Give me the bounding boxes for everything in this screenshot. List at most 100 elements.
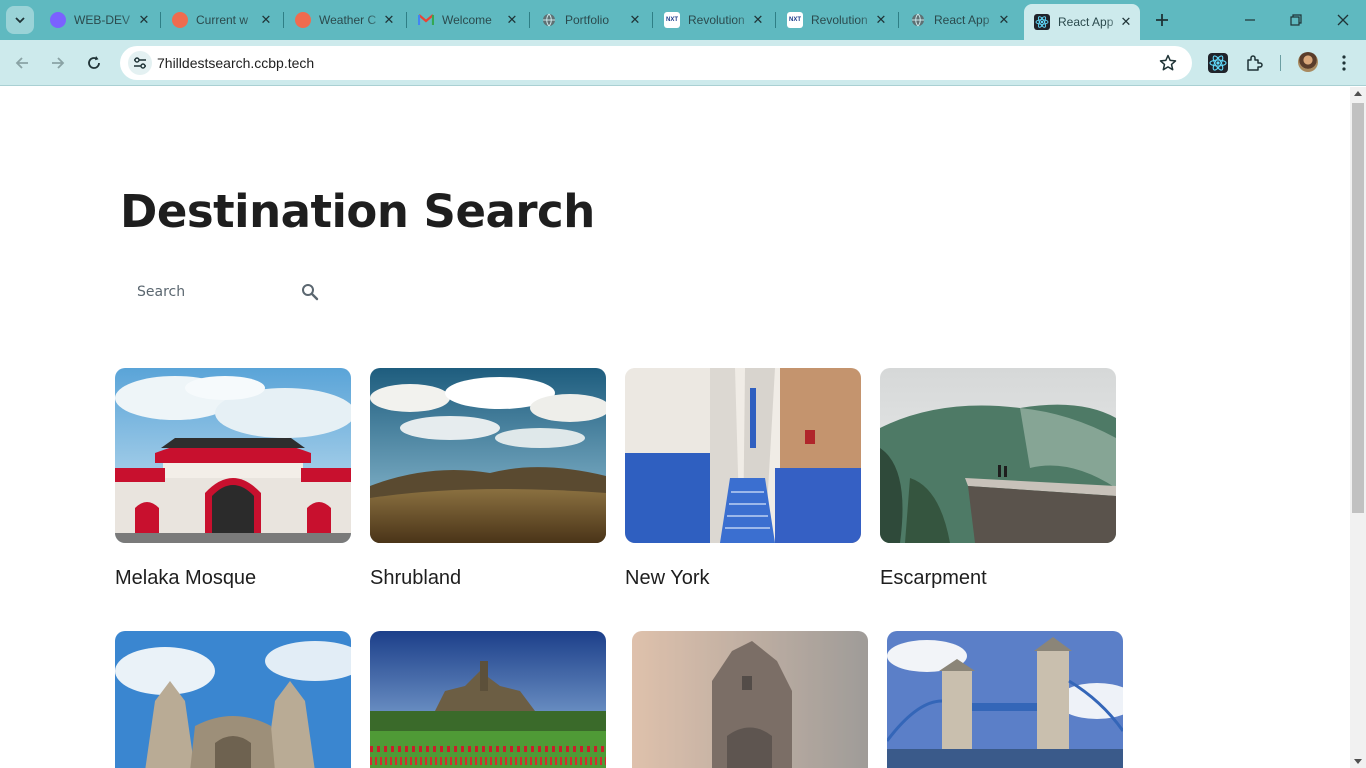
puzzle-icon [1247, 55, 1263, 71]
react-icon [1034, 14, 1050, 30]
tune-icon [134, 57, 146, 69]
avatar[interactable] [1298, 52, 1318, 72]
globe-icon [541, 12, 557, 28]
toolbar-divider [1280, 55, 1281, 71]
close-icon [1337, 14, 1349, 26]
page-scrollbar[interactable] [1350, 87, 1366, 768]
browser-tab-strip: WEB-DEV ✕ Current w ✕ Weather C ✕ Welcom… [0, 0, 1366, 40]
nxt-wave-icon: NXT [664, 12, 680, 28]
close-icon[interactable]: ✕ [136, 12, 152, 28]
close-icon[interactable]: ✕ [750, 12, 766, 28]
destination-name: Shrubland [370, 567, 462, 589]
tab-separator [406, 12, 407, 28]
destination-card[interactable] [370, 631, 606, 768]
destination-card[interactable]: Shrubland [370, 368, 606, 589]
new-tab-button[interactable] [1150, 8, 1174, 32]
restore-icon [1290, 14, 1302, 26]
search-icon[interactable] [301, 283, 319, 301]
tab-react-app-1[interactable]: React App ✕ [900, 6, 1018, 34]
destination-image [370, 631, 606, 768]
minimize-button[interactable] [1238, 8, 1262, 32]
tab-portfolio[interactable]: Portfolio ✕ [531, 6, 649, 34]
back-button[interactable] [10, 51, 34, 75]
react-devtools-extension[interactable] [1206, 51, 1230, 75]
tab-label: React App [1058, 15, 1114, 29]
tab-separator [898, 12, 899, 28]
browser-toolbar: 7hilldestsearch.ccbp.tech [0, 40, 1366, 86]
plus-icon [1156, 14, 1168, 26]
close-icon[interactable]: ✕ [873, 12, 889, 28]
gmail-icon [418, 12, 434, 28]
destination-card[interactable]: Escarpment [880, 368, 1116, 589]
tab-label: Weather C [319, 13, 377, 27]
red-orange-dot-icon [172, 12, 188, 28]
tab-label: Revolution [688, 13, 745, 27]
kebab-menu-icon [1342, 55, 1346, 71]
tab-separator [775, 12, 776, 28]
destination-image [880, 368, 1116, 543]
close-icon[interactable]: ✕ [258, 12, 274, 28]
tab-weather[interactable]: Weather C ✕ [285, 6, 403, 34]
forward-button[interactable] [46, 51, 70, 75]
destination-card[interactable] [632, 631, 868, 768]
tab-label: Current w [196, 13, 249, 27]
star-icon [1159, 54, 1177, 71]
close-icon[interactable]: ✕ [381, 12, 397, 28]
tab-revolution-2[interactable]: NXT Revolution ✕ [777, 6, 895, 34]
tab-search-button[interactable] [6, 6, 34, 34]
destination-image [370, 368, 606, 543]
close-icon[interactable]: ✕ [1118, 14, 1134, 30]
destination-image [115, 368, 351, 543]
tab-current-weather[interactable]: Current w ✕ [162, 6, 280, 34]
destination-name: Melaka Mosque [115, 567, 257, 589]
tab-react-app-active[interactable]: React App ✕ [1024, 4, 1140, 40]
bookmark-button[interactable] [1158, 53, 1178, 73]
destination-card[interactable] [887, 631, 1123, 768]
address-bar[interactable]: 7hilldestsearch.ccbp.tech [120, 46, 1192, 80]
search-container [120, 273, 330, 311]
close-icon[interactable]: ✕ [996, 12, 1012, 28]
scroll-down-arrow-icon[interactable] [1354, 759, 1362, 764]
tab-web-dev[interactable]: WEB-DEV ✕ [40, 6, 158, 34]
page-content: Destination Search Melaka Mosque [0, 87, 1350, 768]
reload-icon [88, 56, 100, 69]
destination-card[interactable]: Melaka Mosque [115, 368, 351, 589]
reload-button[interactable] [82, 51, 106, 75]
destination-image [115, 631, 351, 768]
nxt-wave-icon: NXT [787, 12, 803, 28]
arrow-left-icon [15, 57, 28, 69]
browser-menu-button[interactable] [1332, 51, 1356, 75]
scroll-up-arrow-icon[interactable] [1354, 91, 1362, 96]
chevron-down-icon [15, 17, 25, 24]
destination-name: New York [625, 567, 710, 589]
scrollbar-thumb[interactable] [1352, 103, 1364, 513]
tab-label: React App [934, 13, 990, 27]
close-icon[interactable]: ✕ [627, 12, 643, 28]
destination-image [625, 368, 861, 543]
tab-separator [529, 12, 530, 28]
red-orange-dot-icon [295, 12, 311, 28]
react-icon [1208, 53, 1228, 73]
minimize-icon [1245, 19, 1255, 21]
destination-image [887, 631, 1123, 768]
tab-revolution-1[interactable]: NXT Revolution ✕ [654, 6, 772, 34]
destination-name: Escarpment [880, 567, 987, 589]
arrow-right-icon [52, 57, 65, 69]
destination-card[interactable] [115, 631, 351, 768]
close-window-button[interactable] [1331, 8, 1355, 32]
close-icon[interactable]: ✕ [504, 12, 520, 28]
url-text[interactable]: 7hilldestsearch.ccbp.tech [157, 55, 314, 71]
tab-label: WEB-DEV [74, 13, 131, 27]
tab-label: Revolution [811, 13, 868, 27]
destination-card[interactable]: New York [625, 368, 861, 589]
tab-separator [160, 12, 161, 28]
tab-label: Portfolio [565, 13, 610, 27]
extensions-button[interactable] [1242, 51, 1266, 75]
site-info-button[interactable] [128, 51, 152, 75]
restore-button[interactable] [1284, 8, 1308, 32]
search-input[interactable] [120, 273, 290, 311]
tab-gmail[interactable]: Welcome ✕ [408, 6, 526, 34]
tab-label: Welcome [442, 13, 492, 27]
destination-image [632, 631, 868, 768]
tab-separator [283, 12, 284, 28]
